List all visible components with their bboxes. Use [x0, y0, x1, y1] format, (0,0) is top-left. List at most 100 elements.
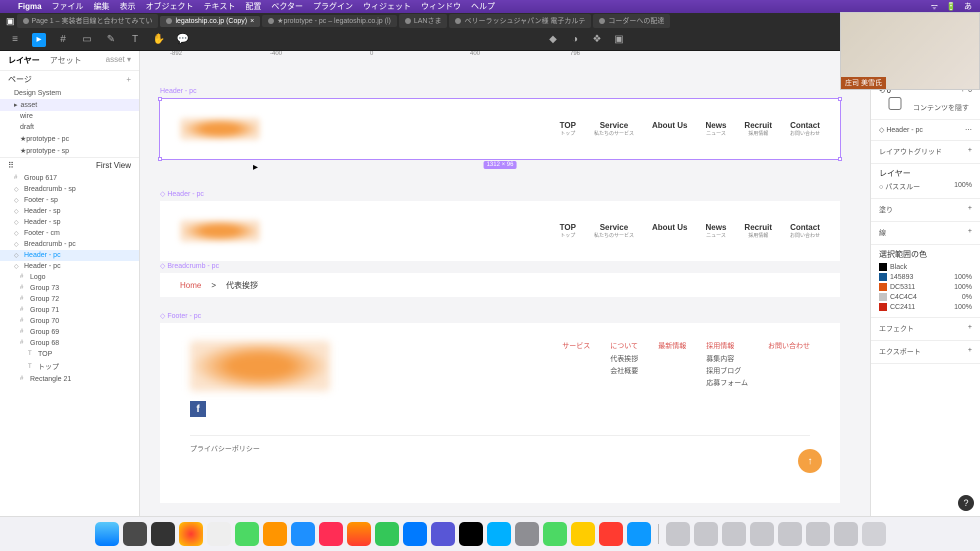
nav-item[interactable]: TOPトップ — [560, 121, 576, 137]
dock-app-icon[interactable] — [179, 522, 203, 546]
dock-app-icon[interactable] — [431, 522, 455, 546]
dock-app-icon[interactable] — [750, 522, 774, 546]
dock-app-icon[interactable] — [627, 522, 651, 546]
assets-tab[interactable]: アセット — [50, 55, 82, 66]
dock-app-icon[interactable] — [291, 522, 315, 546]
layer-item[interactable]: Tトップ — [0, 360, 139, 374]
layer-item[interactable]: #Group 72 — [0, 294, 139, 305]
text-tool-icon[interactable]: T — [128, 33, 142, 47]
dock-app-icon[interactable] — [319, 522, 343, 546]
component-icon[interactable]: ❖ — [590, 33, 604, 47]
dock-app-icon[interactable] — [599, 522, 623, 546]
nav-item[interactable]: About Us — [652, 223, 688, 239]
nav-item[interactable]: Service私たちのサービス — [594, 223, 634, 239]
close-icon[interactable]: × — [250, 18, 254, 25]
boolean-icon[interactable]: ◑ — [568, 33, 582, 47]
dock-app-icon[interactable] — [834, 522, 858, 546]
color-row[interactable]: C4C4C40% — [879, 293, 972, 301]
frame-tool-icon[interactable]: # — [56, 33, 70, 47]
page-item[interactable]: Design System — [0, 88, 139, 99]
dock-app-icon[interactable] — [459, 522, 483, 546]
facebook-icon[interactable]: f — [190, 401, 206, 417]
wifi-icon[interactable]: ᯤ — [931, 1, 938, 12]
privacy-link[interactable]: プライバシーポリシー — [190, 435, 810, 454]
dock-app-icon[interactable] — [263, 522, 287, 546]
layer-item[interactable]: TTOP — [0, 349, 139, 360]
layer-item[interactable]: #Group 69 — [0, 327, 139, 338]
file-tab[interactable]: ★prototype - pc – legatoship.co.jp (l) — [262, 15, 397, 27]
nav-item[interactable]: Recruit採用情報 — [744, 223, 772, 239]
canvas[interactable]: -892-4000400796 Header - pc 1312 × 96 TO… — [140, 51, 870, 516]
color-row[interactable]: Black — [879, 263, 972, 271]
file-tab[interactable]: ベリーラッシュジャパン様 電子カルテ — [449, 14, 591, 28]
dock-app-icon[interactable] — [722, 522, 746, 546]
align-icon[interactable]: ◆ — [546, 33, 560, 47]
dock-app-icon[interactable] — [151, 522, 175, 546]
color-row[interactable]: DC5311100% — [879, 283, 972, 291]
layer-item[interactable]: ◇Breadcrumb - sp — [0, 184, 139, 195]
add-icon[interactable]: + — [968, 205, 972, 215]
layers-tab[interactable]: レイヤー — [8, 55, 40, 66]
dock-app-icon[interactable] — [347, 522, 371, 546]
page-item[interactable]: ▸ asset — [0, 99, 139, 111]
layer-item[interactable]: ◇Footer - cm — [0, 228, 139, 239]
dock-app-icon[interactable] — [235, 522, 259, 546]
layer-item[interactable]: #Group 73 — [0, 283, 139, 294]
clip-checkbox[interactable]: コンテンツを隠す — [879, 97, 969, 113]
add-page-icon[interactable]: + — [126, 75, 131, 84]
layer-item[interactable]: ◇Header - pc — [0, 250, 139, 261]
nav-item[interactable]: Service私たちのサービス — [594, 121, 634, 137]
dock-app-icon[interactable] — [95, 522, 119, 546]
page-item[interactable]: wire — [0, 111, 139, 122]
hand-tool-icon[interactable]: ✋ — [152, 33, 166, 47]
nav-item[interactable]: Recruit採用情報 — [744, 121, 772, 137]
add-icon[interactable]: + — [968, 347, 972, 357]
nav-item[interactable]: About Us — [652, 121, 688, 137]
dock-app-icon[interactable] — [375, 522, 399, 546]
layer-item[interactable]: #Rectangle 21 — [0, 374, 139, 385]
file-tab[interactable]: LANさま — [399, 14, 448, 28]
scroll-top-button[interactable]: ↑ — [798, 449, 822, 473]
dock-app-icon[interactable] — [694, 522, 718, 546]
dock-app-icon[interactable] — [778, 522, 802, 546]
layer-item[interactable]: #Group 617 — [0, 173, 139, 184]
layer-item[interactable]: ◇Header - sp — [0, 217, 139, 228]
footer-frame[interactable]: ◇ Footer - pc f サービスについて代表挨拶会社概要最新情報採用情報… — [160, 323, 840, 503]
layer-item[interactable]: #Group 71 — [0, 305, 139, 316]
layer-item[interactable]: ◇Footer - sp — [0, 195, 139, 206]
file-tab[interactable]: legatoship.co.jp (Copy) × — [160, 16, 260, 27]
add-icon[interactable]: + — [968, 324, 972, 334]
menu-icon[interactable]: ≡ — [8, 33, 22, 47]
comment-tool-icon[interactable]: 💬 — [176, 33, 190, 47]
dock-app-icon[interactable] — [515, 522, 539, 546]
nav-item[interactable]: Contactお問い合わせ — [790, 223, 820, 239]
layer-item[interactable]: #Group 70 — [0, 316, 139, 327]
layer-item[interactable]: #Group 68 — [0, 338, 139, 349]
nav-item[interactable]: Newsニュース — [706, 121, 727, 137]
dock-trash-icon[interactable] — [862, 522, 886, 546]
add-icon[interactable]: + — [968, 147, 972, 157]
color-row[interactable]: CC2411100% — [879, 303, 972, 311]
dock-app-icon[interactable] — [806, 522, 830, 546]
mask-icon[interactable]: ▣ — [612, 33, 626, 47]
dock-app-icon[interactable] — [487, 522, 511, 546]
breadcrumb-frame[interactable]: ◇ Breadcrumb - pc Home > 代表挨拶 — [160, 273, 840, 297]
dock-app-icon[interactable] — [123, 522, 147, 546]
header-frame[interactable]: ◇ Header - pc TOPトップService私たちのサービスAbout… — [160, 201, 840, 261]
page-item[interactable]: ★prototype - sp — [0, 145, 139, 157]
breadcrumb-home[interactable]: Home — [180, 281, 201, 290]
video-overlay[interactable]: 庄司 美雪氏 — [840, 12, 980, 90]
dock-app-icon[interactable] — [666, 522, 690, 546]
page-item[interactable]: draft — [0, 122, 139, 133]
layer-item[interactable]: #Logo — [0, 272, 139, 283]
help-button[interactable]: ? — [958, 495, 974, 511]
shape-tool-icon[interactable]: ▭ — [80, 33, 94, 47]
battery-icon[interactable]: 🔋 — [946, 2, 956, 11]
dock-app-icon[interactable] — [543, 522, 567, 546]
file-tab[interactable]: コーダーへの配達 — [593, 14, 670, 28]
nav-item[interactable]: Contactお問い合わせ — [790, 121, 820, 137]
pen-tool-icon[interactable]: ✎ — [104, 33, 118, 47]
add-icon[interactable]: + — [968, 228, 972, 238]
layer-item[interactable]: ◇Header - pc — [0, 261, 139, 272]
figma-logo-icon[interactable]: ▣ — [6, 16, 15, 27]
